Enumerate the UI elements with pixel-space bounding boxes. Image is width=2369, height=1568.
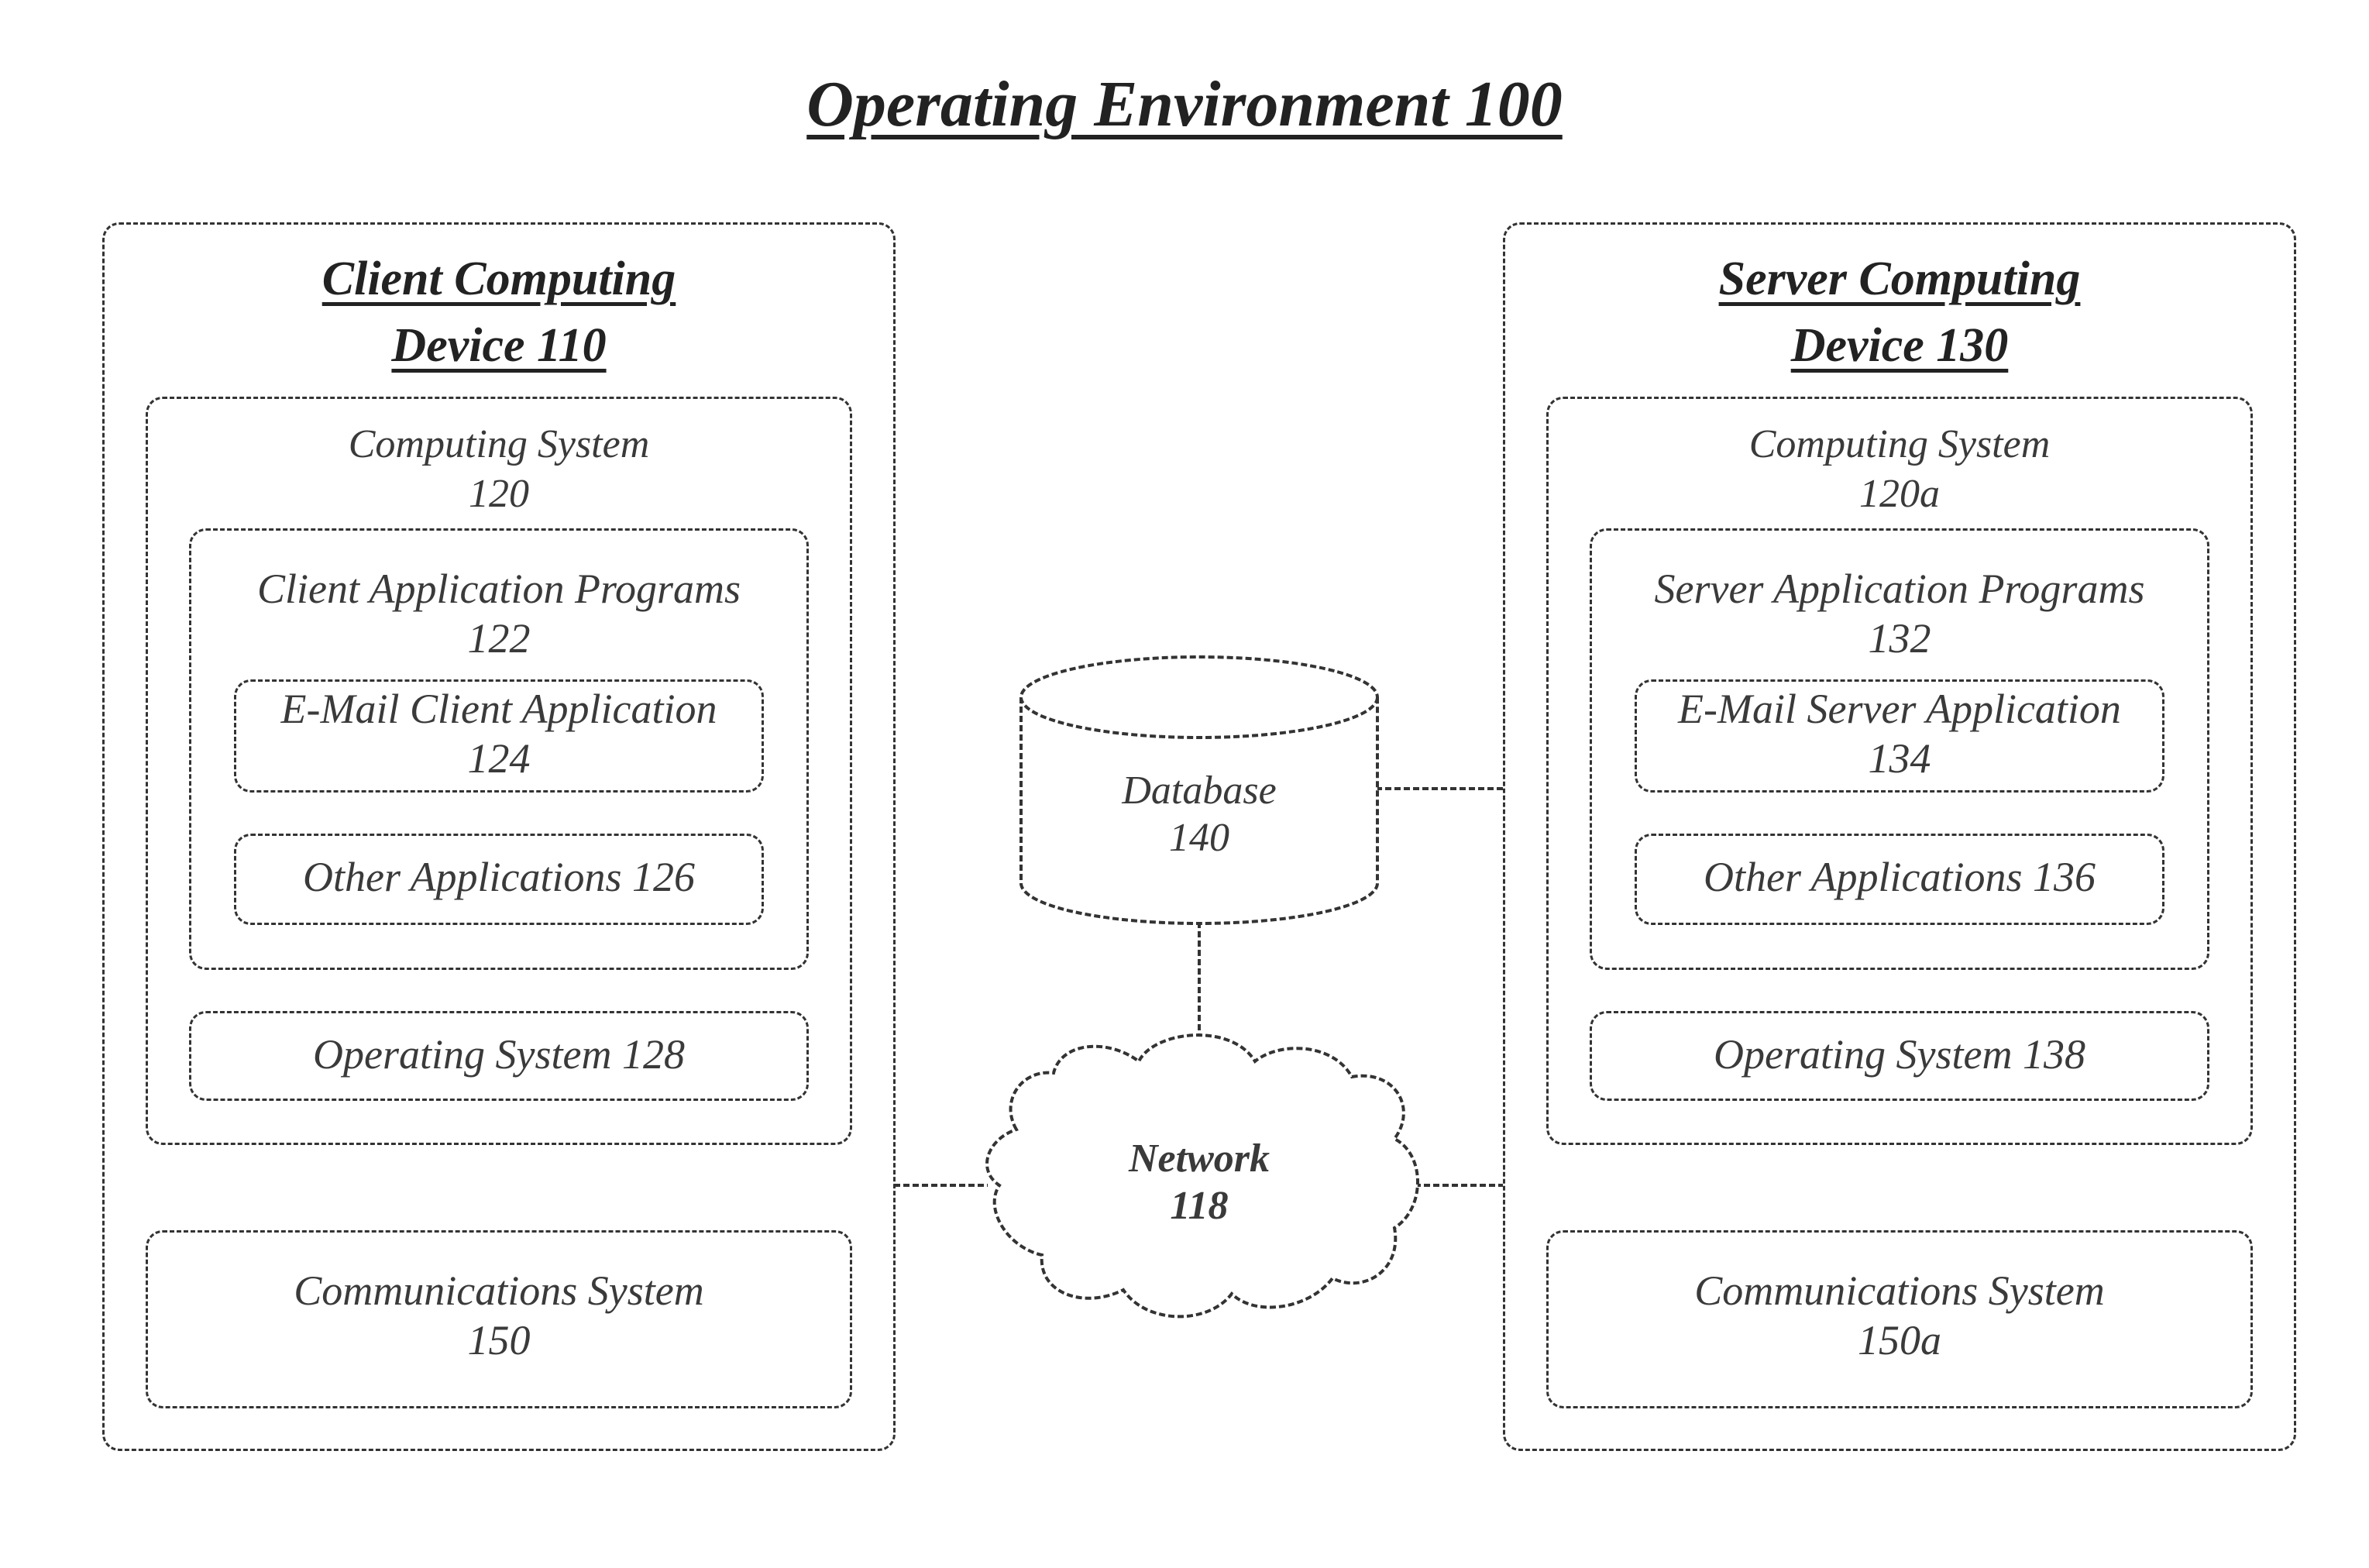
server-communications-system: Communications System 150a (1546, 1230, 2253, 1408)
server-other-applications: Other Applications 136 (1635, 834, 2164, 925)
server-other-apps-label: Other Applications 136 (1704, 854, 2096, 900)
client-comms-ref: 150 (467, 1317, 531, 1363)
client-os-label: Operating System 128 (313, 1031, 685, 1078)
email-server-application: E-Mail Server Application 134 (1635, 679, 2164, 793)
email-client-application: E-Mail Client Application 124 (234, 679, 764, 793)
client-app-programs-label: Client Application Programs (256, 566, 741, 612)
client-app-programs-ref: 122 (467, 615, 531, 662)
database-ref: 140 (1169, 816, 1229, 861)
client-communications-system: Communications System 150 (146, 1230, 852, 1408)
client-device-title-line1: Client Computing (321, 253, 676, 305)
server-app-programs-label: Server Application Programs (1654, 566, 2145, 612)
server-comms-ref: 150a (1858, 1317, 1941, 1363)
client-operating-system: Operating System 128 (189, 1011, 809, 1101)
network-node: Network 118 (1021, 1135, 1377, 1230)
database-node: Database 140 (1021, 767, 1377, 862)
client-device-title-line2: Device 110 (391, 319, 607, 372)
network-ref: 118 (1170, 1184, 1229, 1229)
server-computing-system-ref: 120a (1859, 472, 1940, 516)
email-client-app-ref: 124 (467, 735, 531, 782)
server-app-programs-ref: 132 (1868, 615, 1931, 662)
network-label: Network (1129, 1136, 1270, 1181)
server-operating-system: Operating System 138 (1590, 1011, 2209, 1101)
client-comms-label: Communications System (294, 1267, 704, 1314)
client-other-apps-label: Other Applications 126 (303, 854, 695, 900)
email-client-app-label: E-Mail Client Application (280, 686, 717, 732)
client-computing-system-ref: 120 (469, 472, 529, 516)
server-os-label: Operating System 138 (1714, 1031, 2085, 1078)
server-device-title-line1: Server Computing (1718, 253, 2081, 305)
client-computing-system-label: Computing System (348, 422, 650, 466)
email-server-app-ref: 134 (1868, 735, 1931, 782)
server-computing-system-label: Computing System (1748, 422, 2051, 466)
email-server-app-label: E-Mail Server Application (1678, 686, 2121, 732)
database-label: Database (1122, 769, 1277, 813)
client-other-applications: Other Applications 126 (234, 834, 764, 925)
server-comms-label: Communications System (1694, 1267, 2105, 1314)
server-device-title-line2: Device 130 (1790, 319, 2009, 372)
